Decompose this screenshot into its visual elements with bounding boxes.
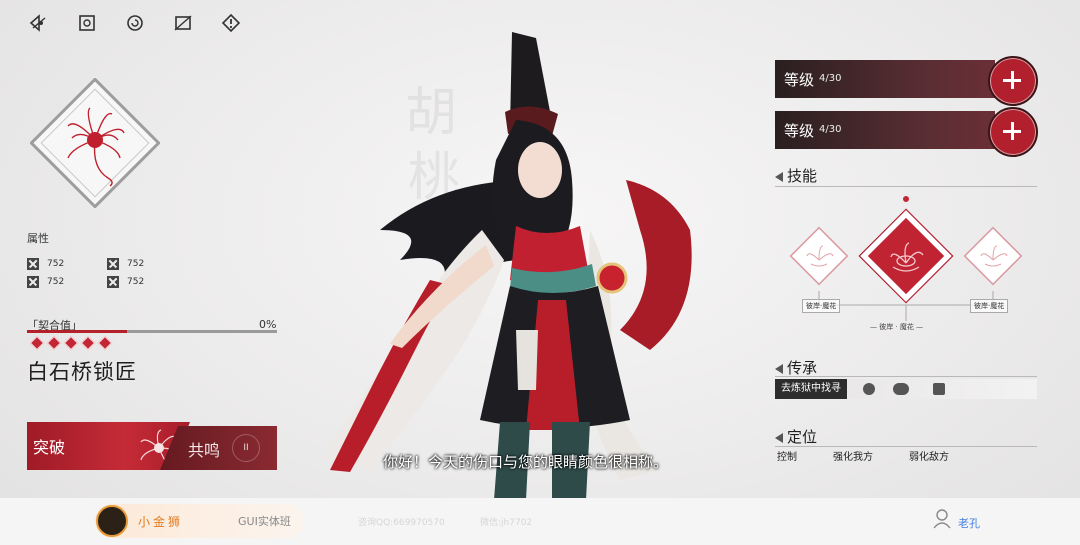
level-up-button-1[interactable]	[988, 56, 1038, 106]
level-label: 等级	[784, 122, 815, 140]
breakthrough-label: 突破	[33, 438, 66, 457]
skills-heading: 技能	[775, 165, 817, 186]
character-illustration	[320, 32, 692, 500]
diamond-icon	[81, 336, 94, 349]
double-skull-icon	[893, 383, 909, 395]
positioning-heading: 定位	[775, 426, 817, 447]
footer-bar: 小金狮 GUI实体班 咨询QQ:669970570 微信:jh7702 老孔	[0, 498, 1080, 545]
inheritance-heading: 传承	[775, 357, 817, 378]
skill-label-center: — 彼岸 · 魔花 —	[870, 323, 924, 331]
level-value: 4/30	[819, 73, 842, 84]
skull-icon	[863, 383, 875, 395]
fusion-progress-fill	[27, 330, 127, 333]
location-name: 白石桥锁匠	[27, 360, 137, 384]
positioning-item: 弱化敌方	[909, 452, 949, 463]
attribute-stat: 752	[107, 276, 167, 288]
character-emblem	[30, 78, 160, 208]
attribute-icon	[27, 276, 39, 288]
section-divider	[775, 446, 1037, 447]
attribute-stat: 752	[27, 258, 107, 270]
wechat-contact: 微信:jh7702	[480, 518, 533, 528]
user-icon[interactable]	[932, 508, 952, 530]
positioning-item: 控制	[777, 452, 797, 463]
skill-label-left: 彼岸·魔花	[802, 299, 841, 313]
diamond-icon	[47, 336, 60, 349]
portrait-icon[interactable]	[74, 10, 100, 36]
diamond-icon	[98, 336, 111, 349]
refresh-icon[interactable]	[122, 10, 148, 36]
diamond-icon	[30, 336, 43, 349]
skills-title: 技能	[787, 167, 818, 185]
attribute-stat: 752	[27, 276, 107, 288]
resonance-label: 共鸣	[188, 441, 221, 460]
skills-panel: 彼岸·魔花 彼岸·魔花 — 彼岸 · 魔花 —	[775, 193, 1037, 343]
skill-label-right: 彼岸·魔花	[970, 299, 1009, 313]
attributes-title: 属性	[27, 232, 49, 245]
level-bar-2: 等级 4/30	[775, 111, 995, 149]
attribute-icon	[107, 276, 119, 288]
positioning-item: 强化我方	[833, 452, 873, 463]
level-label: 等级	[784, 71, 815, 89]
attribute-value: 752	[47, 259, 65, 269]
level-bar-1: 等级 4/30	[775, 60, 995, 98]
skill-node-center[interactable]	[855, 205, 957, 307]
dialogue-subtitle: 你好！今天的伤口与您的眼睛颜色很相称。	[383, 453, 669, 471]
lion-logo-icon	[96, 505, 128, 537]
diamond-icon	[64, 336, 77, 349]
eye-slash-icon[interactable]	[26, 10, 52, 36]
pagoda-icon	[933, 383, 945, 395]
fusion-progress-bar	[27, 330, 277, 333]
hide-image-icon[interactable]	[170, 10, 196, 36]
attribute-icon	[107, 258, 119, 270]
brand-pill[interactable]: 小金狮 GUI实体班	[95, 504, 305, 538]
attribute-icon	[27, 258, 39, 270]
fusion-diamonds	[30, 336, 111, 349]
resonance-button[interactable]: 共鸣 II	[160, 426, 277, 470]
attributes-grid: 752 752 752 752	[27, 258, 167, 288]
skill-node-left[interactable]	[789, 226, 849, 286]
alert-icon[interactable]	[218, 10, 244, 36]
brand-name: 小金狮	[138, 515, 184, 529]
user-name[interactable]: 老孔	[958, 515, 980, 531]
positioning-title: 定位	[787, 428, 818, 446]
inheritance-title: 传承	[787, 359, 818, 377]
level-up-button-2[interactable]	[988, 107, 1038, 157]
inheritance-tag[interactable]: 去炼狱中找寻	[775, 379, 847, 399]
section-divider	[775, 376, 1037, 377]
section-divider	[775, 186, 1037, 187]
inheritance-bar: 去炼狱中找寻	[775, 379, 1037, 399]
positioning-bar: 控制 强化我方 弱化敌方	[775, 448, 1037, 467]
top-toolbar	[26, 10, 244, 36]
attribute-stat: 752	[107, 258, 167, 270]
skill-node-right[interactable]	[963, 226, 1023, 286]
attribute-value: 752	[127, 259, 145, 269]
course-name: GUI实体班	[238, 515, 291, 528]
level-value: 4/30	[819, 124, 842, 135]
resonance-badge: II	[232, 434, 260, 462]
qq-contact: 咨询QQ:669970570	[358, 518, 445, 528]
attribute-value: 752	[47, 277, 65, 287]
attribute-value: 752	[127, 277, 145, 287]
game-screen: 胡 桃 属性 752 752 752 752 「契合值」 0% 白石桥锁匠 突破…	[0, 0, 1080, 545]
